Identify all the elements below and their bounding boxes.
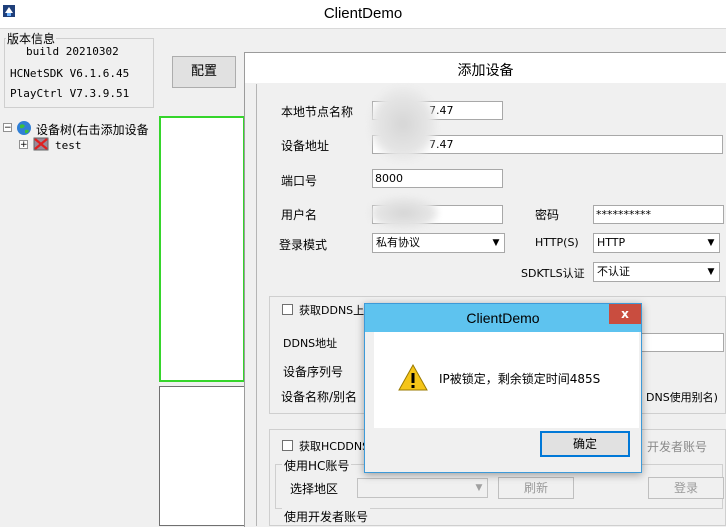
chevron-down-icon: ▼ — [703, 234, 719, 252]
chevron-down-icon: ▼ — [471, 479, 487, 497]
password-label: 密码 — [535, 208, 560, 222]
tree-device-label[interactable]: test — [55, 139, 82, 152]
close-icon: x — [621, 307, 629, 321]
main-title-bar: ClientDemo — [0, 0, 726, 29]
http-select[interactable]: HTTP ▼ — [593, 233, 720, 253]
local-node-name-label: 本地节点名称 — [281, 105, 354, 119]
main-window-title: ClientDemo — [323, 5, 403, 22]
device-address-label: 设备地址 — [281, 139, 330, 153]
use-hc-account-label: 使用HC账号 — [282, 457, 352, 474]
password-input[interactable]: ********** — [593, 205, 724, 224]
username-label: 用户名 — [281, 208, 318, 222]
message-box-title: ClientDemo — [466, 310, 540, 326]
ddns-checkbox[interactable] — [282, 304, 293, 315]
preview-window[interactable] — [159, 386, 245, 526]
chevron-down-icon: ▼ — [703, 263, 719, 281]
redacted-region — [368, 86, 438, 162]
config-button[interactable]: 配置 — [172, 56, 236, 88]
sdk-version-text: HCNetSDK V6.1.6.45 — [10, 67, 130, 80]
redacted-region — [368, 196, 440, 230]
tree-expand-toggle[interactable]: + — [19, 140, 28, 150]
chevron-down-icon: ▼ — [488, 234, 504, 252]
http-label: HTTP(S) — [535, 236, 579, 249]
ddns-address-label: DDNS地址 — [283, 337, 338, 350]
ok-button[interactable]: 确定 — [540, 431, 630, 457]
login-button[interactable]: 登录 — [648, 477, 724, 499]
message-text: IP被锁定，剩余锁定时间485S — [439, 372, 601, 386]
refresh-button[interactable]: 刷新 — [498, 477, 574, 499]
add-device-title: 添加设备 — [457, 63, 514, 79]
message-box-title-bar: ClientDemo — [365, 304, 641, 332]
globe-icon — [17, 121, 31, 135]
device-offline-icon — [33, 137, 49, 151]
login-mode-value: 私有协议 — [376, 236, 420, 249]
device-tree-root-label[interactable]: 设备树(右击添加设备 — [36, 121, 149, 138]
ddns-alias-label: DNS使用别名) — [646, 391, 718, 404]
sdktls-select[interactable]: 不认证 ▼ — [593, 262, 720, 282]
login-mode-label: 登录模式 — [279, 238, 328, 252]
preview-window-selected[interactable] — [159, 116, 245, 382]
http-value: HTTP — [597, 236, 626, 249]
build-text: build 20210302 — [26, 45, 119, 58]
hcddns-checkbox[interactable] — [282, 440, 293, 451]
login-mode-select[interactable]: 私有协议 ▼ — [372, 233, 505, 253]
sdktls-value: 不认证 — [597, 265, 630, 278]
sdktls-label: SDKTLS认证 — [521, 267, 585, 280]
port-label: 端口号 — [281, 174, 318, 188]
developer-account-label: 开发者账号 — [647, 440, 708, 454]
use-developer-account-label: 使用开发者账号 — [282, 508, 371, 525]
select-region-label: 选择地区 — [290, 482, 339, 496]
add-device-title-bar: 添加设备 — [245, 53, 726, 83]
warning-icon — [398, 364, 428, 391]
close-button[interactable]: x — [609, 304, 641, 324]
playctrl-version-text: PlayCtrl V7.3.9.51 — [10, 87, 130, 100]
tree-collapse-toggle[interactable]: − — [3, 123, 12, 133]
ddns-address-input[interactable] — [640, 333, 724, 352]
region-select[interactable]: ▼ — [357, 478, 488, 498]
app-icon — [3, 5, 15, 17]
device-name-label: 设备名称/别名 — [281, 390, 358, 404]
port-input[interactable]: 8000 — [372, 169, 503, 188]
serial-number-label: 设备序列号 — [283, 365, 344, 379]
